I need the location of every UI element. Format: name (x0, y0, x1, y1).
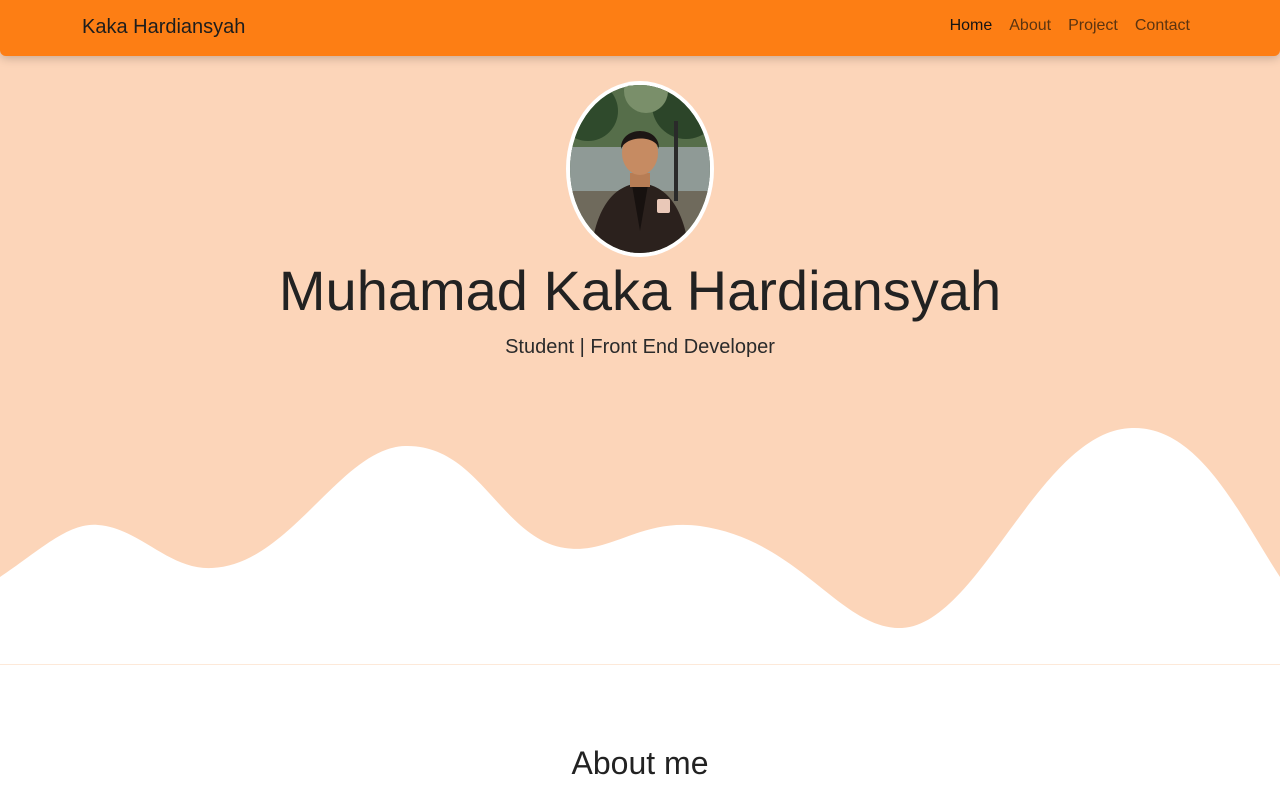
hero-title: Muhamad Kaka Hardiansyah (278, 259, 1002, 322)
brand-link[interactable]: Kaka Hardiansyah (82, 16, 245, 39)
about-section: About me (0, 664, 1280, 800)
nav-contact-link[interactable]: Contact (1135, 17, 1190, 35)
top-navbar: Kaka Hardiansyah Home About Project Cont… (0, 0, 1280, 56)
hero-subtitle: Student | Front End Developer (505, 336, 775, 358)
nav-home-link[interactable]: Home (950, 17, 993, 35)
about-heading: About me (571, 745, 709, 781)
nav-project-link[interactable]: Project (1068, 17, 1118, 35)
hero-section: Muhamad Kaka Hardiansyah Student | Front… (0, 0, 1280, 664)
profile-photo (566, 81, 714, 257)
nav-about-link[interactable]: About (1009, 17, 1051, 35)
nav-links: Home About Project Contact (950, 17, 1190, 35)
profile-photo-image (570, 85, 710, 253)
hero-wave-divider (0, 427, 1280, 664)
